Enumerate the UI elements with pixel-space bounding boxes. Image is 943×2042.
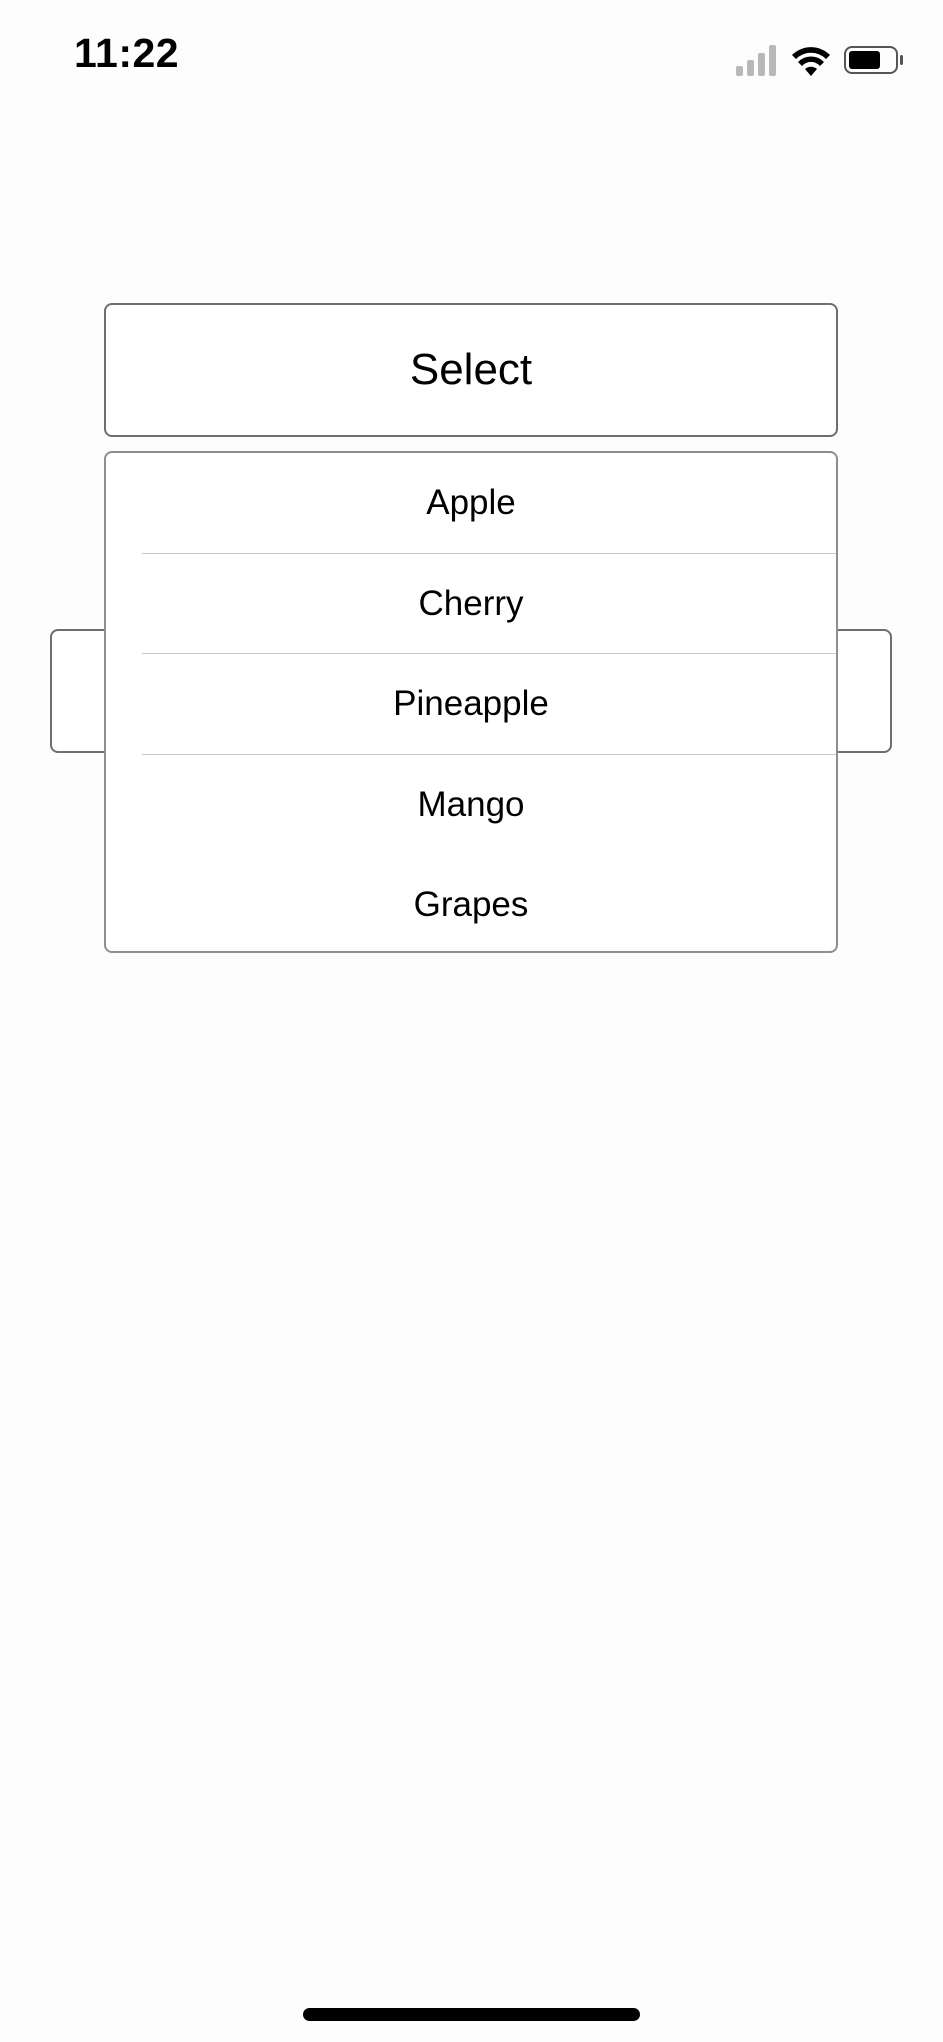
status-bar: 11:22: [0, 0, 943, 120]
dropdown-item-pineapple[interactable]: Pineapple: [106, 654, 836, 755]
home-indicator[interactable]: [303, 2008, 640, 2021]
battery-icon: [844, 46, 903, 74]
status-icons: [736, 45, 903, 76]
status-time: 11:22: [74, 30, 180, 76]
cellular-signal-icon: [736, 45, 776, 76]
select-button[interactable]: Select: [104, 303, 838, 437]
dropdown-item-cherry[interactable]: Cherry: [106, 554, 836, 655]
dropdown-item-mango[interactable]: Mango: [106, 755, 836, 856]
dropdown-list: Apple Cherry Pineapple Mango Grapes: [104, 451, 838, 953]
dropdown-item-grapes[interactable]: Grapes: [106, 855, 836, 951]
dropdown-item-apple[interactable]: Apple: [106, 453, 836, 554]
wifi-icon: [792, 47, 830, 76]
